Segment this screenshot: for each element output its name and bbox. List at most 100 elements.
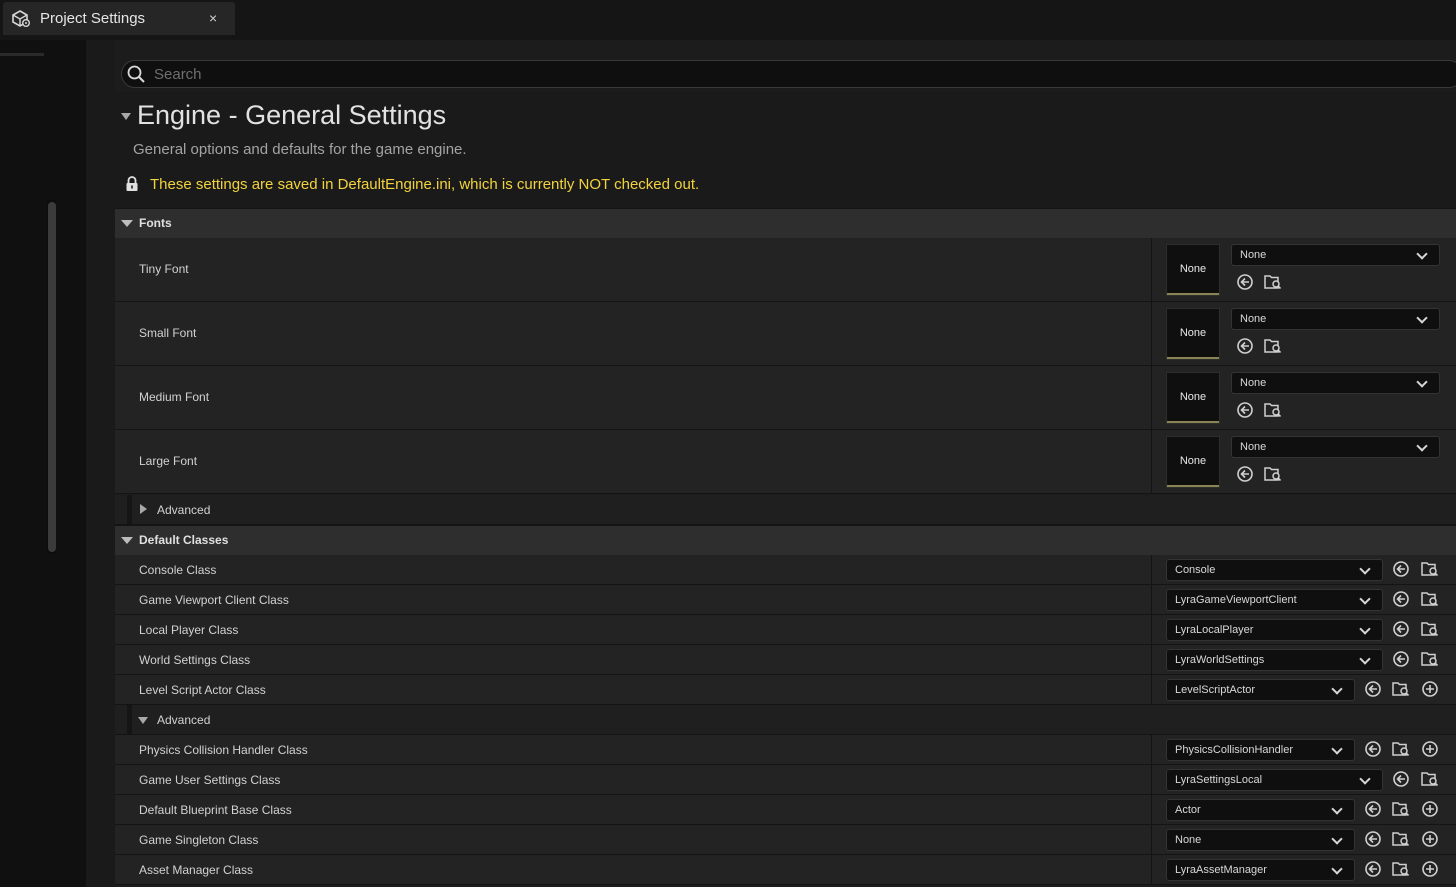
use-selected-arrow-icon[interactable] — [1392, 770, 1410, 788]
browse-folder-icon[interactable] — [1421, 650, 1439, 668]
use-selected-arrow-icon[interactable] — [1236, 273, 1254, 291]
column-splitter[interactable] — [1151, 430, 1152, 493]
dropdown-value: LyraWorldSettings — [1175, 654, 1265, 666]
browse-folder-icon[interactable] — [1392, 830, 1410, 848]
column-splitter[interactable] — [1151, 585, 1152, 614]
column-splitter[interactable] — [1151, 555, 1152, 584]
browse-folder-icon[interactable] — [1392, 740, 1410, 758]
property-row-small-font: Small Font None None — [115, 302, 1456, 366]
dropdown-value: None — [1240, 313, 1267, 325]
class-picker-dropdown[interactable]: LyraLocalPlayer — [1166, 619, 1383, 641]
column-splitter[interactable] — [1151, 675, 1152, 704]
section-header-default-classes[interactable]: Default Classes — [115, 525, 1456, 556]
class-picker-dropdown[interactable]: LyraGameViewportClient — [1166, 589, 1383, 611]
thumbnail-label: None — [1179, 391, 1207, 403]
class-picker-dropdown[interactable]: Console — [1166, 559, 1383, 581]
asset-thumbnail[interactable]: None — [1166, 436, 1220, 488]
browse-folder-icon[interactable] — [1264, 465, 1282, 483]
panel-splitter[interactable] — [86, 40, 115, 887]
property-row-default-blueprint-base-class: Default Blueprint Base Class Actor — [115, 795, 1456, 825]
browse-folder-icon[interactable] — [1421, 560, 1439, 578]
dropdown-value: Console — [1175, 564, 1216, 576]
column-splitter[interactable] — [1151, 855, 1152, 884]
use-selected-arrow-icon[interactable] — [1236, 401, 1254, 419]
chevron-down-icon — [1359, 593, 1371, 605]
column-splitter[interactable] — [1151, 238, 1152, 301]
advanced-expander-default-classes[interactable]: Advanced — [115, 705, 1456, 735]
advanced-expander-fonts[interactable]: Advanced — [115, 495, 1456, 525]
use-selected-arrow-icon[interactable] — [1364, 740, 1382, 758]
chevron-down-icon — [1416, 248, 1428, 260]
class-picker-dropdown[interactable]: PhysicsCollisionHandler — [1166, 739, 1355, 761]
dropdown-value: None — [1240, 441, 1267, 453]
browse-folder-icon[interactable] — [1392, 860, 1410, 878]
use-selected-arrow-icon[interactable] — [1364, 680, 1382, 698]
tab-project-settings[interactable]: Project Settings × — [3, 2, 235, 35]
asset-thumbnail[interactable]: None — [1166, 244, 1220, 296]
use-selected-arrow-icon[interactable] — [1364, 860, 1382, 878]
class-picker-dropdown[interactable]: LyraAssetManager — [1166, 859, 1355, 881]
sidebar-scrollbar-thumb[interactable] — [48, 202, 56, 552]
column-splitter[interactable] — [1151, 302, 1152, 365]
browse-folder-icon[interactable] — [1421, 620, 1439, 638]
use-selected-arrow-icon[interactable] — [1236, 337, 1254, 355]
column-splitter[interactable] — [1151, 366, 1152, 429]
plus-circle-icon[interactable] — [1421, 800, 1439, 818]
browse-folder-icon[interactable] — [1264, 337, 1282, 355]
class-picker-dropdown[interactable]: LevelScriptActor — [1166, 679, 1355, 701]
use-selected-arrow-icon[interactable] — [1392, 620, 1410, 638]
use-selected-arrow-icon[interactable] — [1364, 830, 1382, 848]
chevron-down-icon — [121, 537, 133, 544]
browse-folder-icon[interactable] — [1264, 401, 1282, 419]
plus-circle-icon[interactable] — [1421, 830, 1439, 848]
chevron-down-icon — [1416, 376, 1428, 388]
class-picker-dropdown[interactable]: None — [1166, 829, 1355, 851]
use-selected-arrow-icon[interactable] — [1364, 800, 1382, 818]
class-picker-dropdown[interactable]: LyraWorldSettings — [1166, 649, 1383, 671]
dropdown-value: None — [1175, 834, 1202, 846]
use-selected-arrow-icon[interactable] — [1236, 465, 1254, 483]
property-label: Default Blueprint Base Class — [139, 803, 292, 817]
asset-picker-dropdown[interactable]: None — [1231, 372, 1440, 394]
plus-circle-icon[interactable] — [1421, 740, 1439, 758]
chevron-down-icon — [1359, 653, 1371, 665]
property-row-tiny-font: Tiny Font None None — [115, 238, 1456, 302]
plus-circle-icon[interactable] — [1421, 860, 1439, 878]
asset-picker-dropdown[interactable]: None — [1231, 308, 1440, 330]
property-label: Medium Font — [139, 390, 210, 404]
dropdown-value: LyraLocalPlayer — [1175, 624, 1254, 636]
section-header-fonts[interactable]: Fonts — [115, 208, 1456, 239]
chevron-down-icon — [1331, 833, 1343, 845]
search-input[interactable] — [152, 62, 1356, 86]
column-splitter[interactable] — [1151, 765, 1152, 794]
browse-folder-icon[interactable] — [1264, 273, 1282, 291]
column-splitter[interactable] — [1151, 795, 1152, 824]
dropdown-value: LyraSettingsLocal — [1175, 774, 1263, 786]
browse-folder-icon[interactable] — [1392, 680, 1410, 698]
asset-thumbnail[interactable]: None — [1166, 372, 1220, 424]
use-selected-arrow-icon[interactable] — [1392, 590, 1410, 608]
browse-folder-icon[interactable] — [1392, 800, 1410, 818]
column-splitter[interactable] — [1151, 615, 1152, 644]
indent-bar — [127, 495, 132, 524]
column-splitter[interactable] — [1151, 645, 1152, 674]
column-splitter[interactable] — [1151, 735, 1152, 764]
property-label: Console Class — [139, 563, 217, 577]
asset-picker-dropdown[interactable]: None — [1231, 436, 1440, 458]
class-picker-dropdown[interactable]: LyraSettingsLocal — [1166, 769, 1383, 791]
chevron-down-icon — [1416, 440, 1428, 452]
use-selected-arrow-icon[interactable] — [1392, 560, 1410, 578]
class-picker-dropdown[interactable]: Actor — [1166, 799, 1355, 821]
asset-thumbnail[interactable]: None — [1166, 308, 1220, 360]
browse-folder-icon[interactable] — [1421, 590, 1439, 608]
browse-folder-icon[interactable] — [1421, 770, 1439, 788]
close-icon[interactable]: × — [209, 10, 217, 26]
asset-picker-dropdown[interactable]: None — [1231, 244, 1440, 266]
property-label: Level Script Actor Class — [139, 683, 266, 697]
property-row-game-singleton-class: Game Singleton Class None — [115, 825, 1456, 855]
use-selected-arrow-icon[interactable] — [1392, 650, 1410, 668]
plus-circle-icon[interactable] — [1421, 680, 1439, 698]
column-splitter[interactable] — [1151, 825, 1152, 854]
search-bar[interactable] — [121, 60, 1456, 88]
collapse-arrow-icon[interactable] — [121, 113, 131, 120]
